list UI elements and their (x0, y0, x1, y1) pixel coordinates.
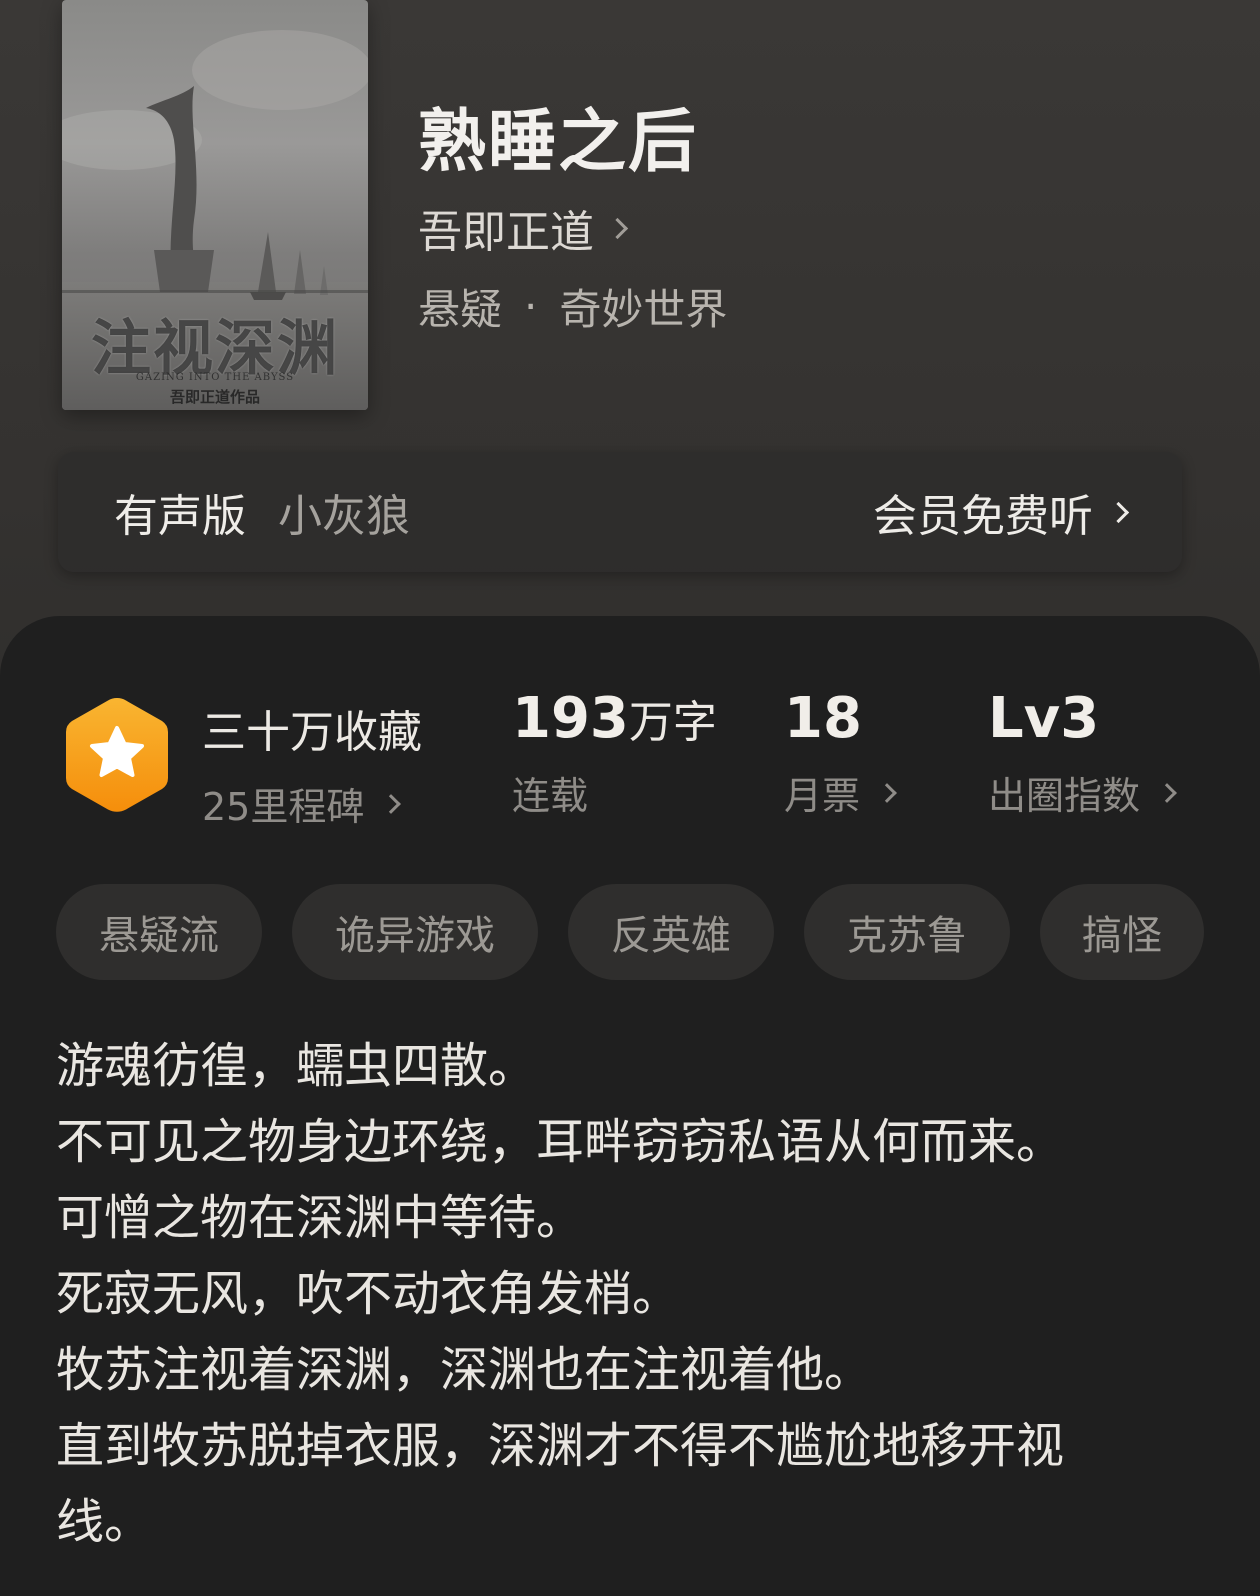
monthly-ticket-link[interactable]: 月票 (784, 765, 897, 820)
audio-cta-label: 会员免费听 (873, 491, 1093, 542)
stat-monthly-tickets[interactable]: 18 月票 (784, 686, 897, 820)
stat-level[interactable]: Lv3 出圈指数 (988, 686, 1177, 820)
cover-subtitle: GAZING INTO THE ABYSS (135, 372, 295, 383)
chevron-right-icon (1157, 782, 1177, 803)
tag-chip[interactable]: 搞怪 (1040, 884, 1204, 980)
synopsis-line: 可憎之物在深渊中等待。 (56, 1190, 585, 1246)
cover-author: 吾即正道作品 (169, 388, 260, 406)
member-free-listen-button[interactable]: 会员免费听 (873, 480, 1130, 544)
stat-collection[interactable]: 三十万收藏 25里程碑 (202, 696, 422, 831)
tag-chip[interactable]: 克苏鲁 (804, 884, 1010, 980)
popularity-index-link[interactable]: 出圈指数 (988, 765, 1177, 820)
monthly-ticket-count: 18 (784, 686, 862, 751)
author-name: 吾即正道 (418, 207, 594, 258)
synopsis: 游魂彷徨，蠕虫四散。 不可见之物身边环绕，耳畔窃窃私语从何而来。 可憎之物在深渊… (56, 1028, 1186, 1560)
chevron-right-icon (877, 782, 897, 803)
synopsis-line: 直到牧苏脱掉衣服，深渊才不得不尴尬地移开视 (56, 1418, 1065, 1474)
tag-chip[interactable]: 诡异游戏 (292, 884, 538, 980)
audio-label: 有声版 (114, 491, 246, 542)
star-icon (66, 698, 168, 812)
synopsis-line: 死寂无风，吹不动衣角发梢。 (56, 1266, 681, 1322)
tag-chip[interactable]: 反英雄 (568, 884, 774, 980)
author-link[interactable]: 吾即正道 (418, 196, 629, 260)
book-title: 熟睡之后 (418, 103, 699, 182)
popularity-index-label: 出圈指数 (988, 774, 1141, 818)
word-count-unit: 万字 (628, 697, 717, 748)
tag-list: 悬疑流 诡异游戏 反英雄 克苏鲁 搞怪 (56, 884, 1204, 980)
serial-status-label: 连载 (512, 774, 589, 818)
genre-secondary: 奇妙世界 (559, 285, 728, 334)
chevron-right-icon (1107, 501, 1130, 523)
genre: 悬疑 · 奇妙世界 (418, 276, 727, 337)
level-value: Lv3 (988, 686, 1100, 751)
book-cover[interactable]: 注视深渊 GAZING INTO THE ABYSS 吾即正道作品 (62, 0, 368, 410)
audio-version-bar[interactable]: 有声版 小灰狼 会员免费听 (58, 452, 1182, 572)
collection-count: 三十万收藏 (202, 707, 422, 758)
audio-narrator: 小灰狼 (278, 491, 410, 542)
genre-separator: · (524, 282, 538, 331)
milestone-label: 25里程碑 (202, 785, 365, 829)
word-count-number: 193 (512, 686, 629, 751)
synopsis-line: 游魂彷徨，蠕虫四散。 (56, 1038, 537, 1094)
chevron-right-icon (606, 217, 629, 239)
milestone-link[interactable]: 25里程碑 (202, 776, 422, 831)
stat-words: 193万字 连载 (512, 686, 717, 820)
chevron-right-icon (381, 793, 402, 814)
synopsis-line: 线。 (56, 1494, 153, 1550)
tag-chip[interactable]: 悬疑流 (56, 884, 262, 980)
stats-row: 三十万收藏 25里程碑 193万字 连载 18 月票 Lv3 出圈指数 (0, 686, 1260, 829)
monthly-ticket-label: 月票 (784, 774, 861, 818)
genre-primary: 悬疑 (418, 285, 503, 334)
synopsis-line: 不可见之物身边环绕，耳畔窃窃私语从何而来。 (56, 1114, 1065, 1170)
serial-status: 连载 (512, 765, 717, 820)
synopsis-line: 牧苏注视着深渊，深渊也在注视着他。 (56, 1342, 873, 1398)
book-detail-card: 三十万收藏 25里程碑 193万字 连载 18 月票 Lv3 出圈指数 悬疑流 … (0, 616, 1260, 1596)
